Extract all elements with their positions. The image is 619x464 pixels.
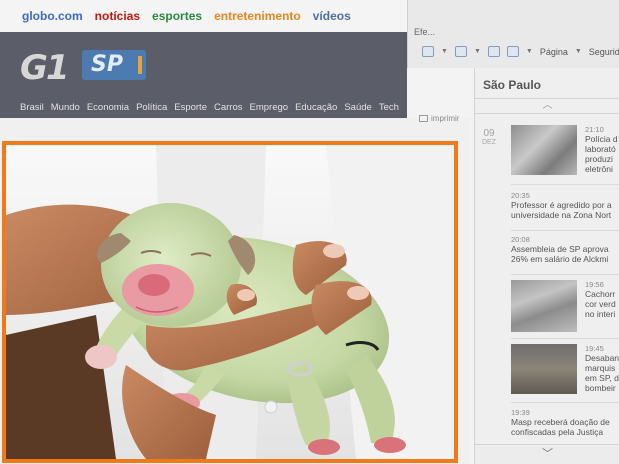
scroll-down-button[interactable]: ﹀ xyxy=(475,444,619,464)
news-headline-line: produzi xyxy=(585,154,613,164)
green-puppy-photo xyxy=(6,145,454,459)
news-headline-line: eletrôni xyxy=(585,164,613,174)
home-icon[interactable] xyxy=(422,46,434,57)
section-nav: Brasil Mundo Economia Política Esporte C… xyxy=(20,102,399,113)
section-link-tech[interactable]: Tech xyxy=(379,102,399,113)
puppy-nose xyxy=(138,274,170,296)
browser-page: globo.com notícias esportes entretenimen… xyxy=(0,0,619,464)
chevron-down-icon: ﹀ xyxy=(542,448,553,460)
browser-tab-label[interactable]: Efe... xyxy=(414,27,435,37)
section-link-esporte[interactable]: Esporte xyxy=(174,102,207,113)
puppy-paw xyxy=(308,439,340,455)
news-sidebar: São Paulo ︿ 09 DEZ 21:10 Polícia d labor… xyxy=(474,68,619,464)
news-item[interactable]: 19:56 Cachorr cor verd no interi xyxy=(585,280,619,319)
section-link-politica[interactable]: Política xyxy=(136,102,167,113)
news-time: 19:56 xyxy=(585,280,604,289)
news-headline-line: 26% em salário de Alckmi xyxy=(511,254,609,264)
section-link-educacao[interactable]: Educação xyxy=(295,102,337,113)
date-badge: 09 DEZ xyxy=(479,128,499,146)
scroll-up-button[interactable]: ︿ xyxy=(475,98,619,114)
security-menu[interactable]: Segurid xyxy=(589,47,619,57)
news-time: 20:35 xyxy=(511,191,530,200)
news-headline-line: Masp receberá doação de xyxy=(511,417,610,427)
news-item[interactable]: 20:08 Assembleia de SP aprova 26% em sal… xyxy=(511,235,619,264)
chevron-up-icon: ︿ xyxy=(542,100,553,111)
section-link-economia[interactable]: Economia xyxy=(87,102,129,113)
news-headline-line: Polícia d xyxy=(585,134,618,144)
fingernail xyxy=(347,286,369,300)
print-link[interactable]: imprimir xyxy=(419,114,459,123)
news-item[interactable]: 21:10 Polícia d laborató produzi eletrôn… xyxy=(585,125,619,174)
feeds-icon[interactable] xyxy=(454,46,467,57)
section-link-saude[interactable]: Saúde xyxy=(344,102,371,113)
news-time: 19:39 xyxy=(511,408,530,417)
fingernail xyxy=(237,289,255,301)
news-headline-line: Cachorr xyxy=(585,289,616,299)
news-item[interactable]: 19:39 Masp receberá doação de confiscada… xyxy=(511,408,619,437)
g1-header: G1 SP Brasil Mundo Economia Política Esp… xyxy=(0,32,407,118)
chevron-down-icon[interactable]: ▼ xyxy=(575,48,582,55)
sp-region-logo[interactable]: SP xyxy=(82,50,146,80)
puppy-paw xyxy=(85,345,117,369)
g1-logo[interactable]: G1 xyxy=(20,48,70,88)
news-sidebar-title: São Paulo xyxy=(483,78,542,92)
news-headline-line: universidade na Zona Nort xyxy=(511,210,612,220)
news-headline-line: bombeir xyxy=(585,383,616,393)
news-headline-line: Desaban xyxy=(585,353,619,363)
divider xyxy=(511,230,619,231)
section-link-emprego[interactable]: Emprego xyxy=(250,102,289,113)
news-headline-line: laborató xyxy=(585,144,616,154)
divider xyxy=(511,338,619,339)
news-time: 21:10 xyxy=(585,125,604,134)
globo-logo-link[interactable]: globo.com xyxy=(22,9,83,23)
browser-toolbar: Efe... ▼ ▼ ▼ Página▼ Segurid▼ xyxy=(407,0,619,68)
section-link-mundo[interactable]: Mundo xyxy=(51,102,80,113)
section-link-carros[interactable]: Carros xyxy=(214,102,243,113)
chevron-down-icon[interactable]: ▼ xyxy=(441,48,448,55)
mail-icon[interactable] xyxy=(487,46,500,57)
section-link-brasil[interactable]: Brasil xyxy=(20,102,44,113)
globo-top-bar: globo.com notícias esportes entretenimen… xyxy=(0,0,407,32)
news-headline-line: marquis xyxy=(585,363,616,373)
shirt-button xyxy=(264,400,278,414)
news-thumbnail[interactable] xyxy=(511,280,577,332)
divider xyxy=(511,402,619,403)
news-thumbnail[interactable] xyxy=(511,344,577,394)
news-headline-line: confiscadas pela Justiça xyxy=(511,427,604,437)
news-headline-line: Assembleia de SP aprova xyxy=(511,244,609,254)
nav-link-entretenimento[interactable]: entretenimento xyxy=(214,9,301,23)
divider xyxy=(511,184,619,185)
news-item[interactable]: 20:35 Professor é agredido por a univers… xyxy=(511,191,619,220)
news-thumbnail[interactable] xyxy=(511,125,577,175)
printer-icon xyxy=(419,115,428,122)
puppy-paw xyxy=(374,437,406,453)
command-bar: ▼ ▼ ▼ Página▼ Segurid▼ xyxy=(422,46,619,57)
page-menu[interactable]: Página xyxy=(540,47,568,57)
news-time: 20:08 xyxy=(511,235,530,244)
article-photo[interactable] xyxy=(2,141,458,463)
date-day: 09 xyxy=(483,128,495,139)
date-month: DEZ xyxy=(482,139,496,146)
news-headline-line: no interi xyxy=(585,309,616,319)
nav-link-videos[interactable]: vídeos xyxy=(313,9,351,23)
news-headline-line: Professor é agredido por a xyxy=(511,200,612,210)
fingernail xyxy=(323,244,345,258)
chevron-down-icon[interactable]: ▼ xyxy=(474,48,481,55)
print-label: imprimir xyxy=(431,114,460,123)
chevron-down-icon[interactable]: ▼ xyxy=(526,48,533,55)
news-headline-line: em SP, d xyxy=(585,373,619,383)
nav-link-esportes[interactable]: esportes xyxy=(152,9,202,23)
news-time: 19:45 xyxy=(585,344,604,353)
print-icon[interactable] xyxy=(506,46,519,57)
divider xyxy=(511,274,619,275)
news-item[interactable]: 19:45 Desaban marquis em SP, d bombeir xyxy=(585,344,619,393)
news-headline-line: cor verd xyxy=(585,299,616,309)
nav-link-noticias[interactable]: notícias xyxy=(95,9,140,23)
